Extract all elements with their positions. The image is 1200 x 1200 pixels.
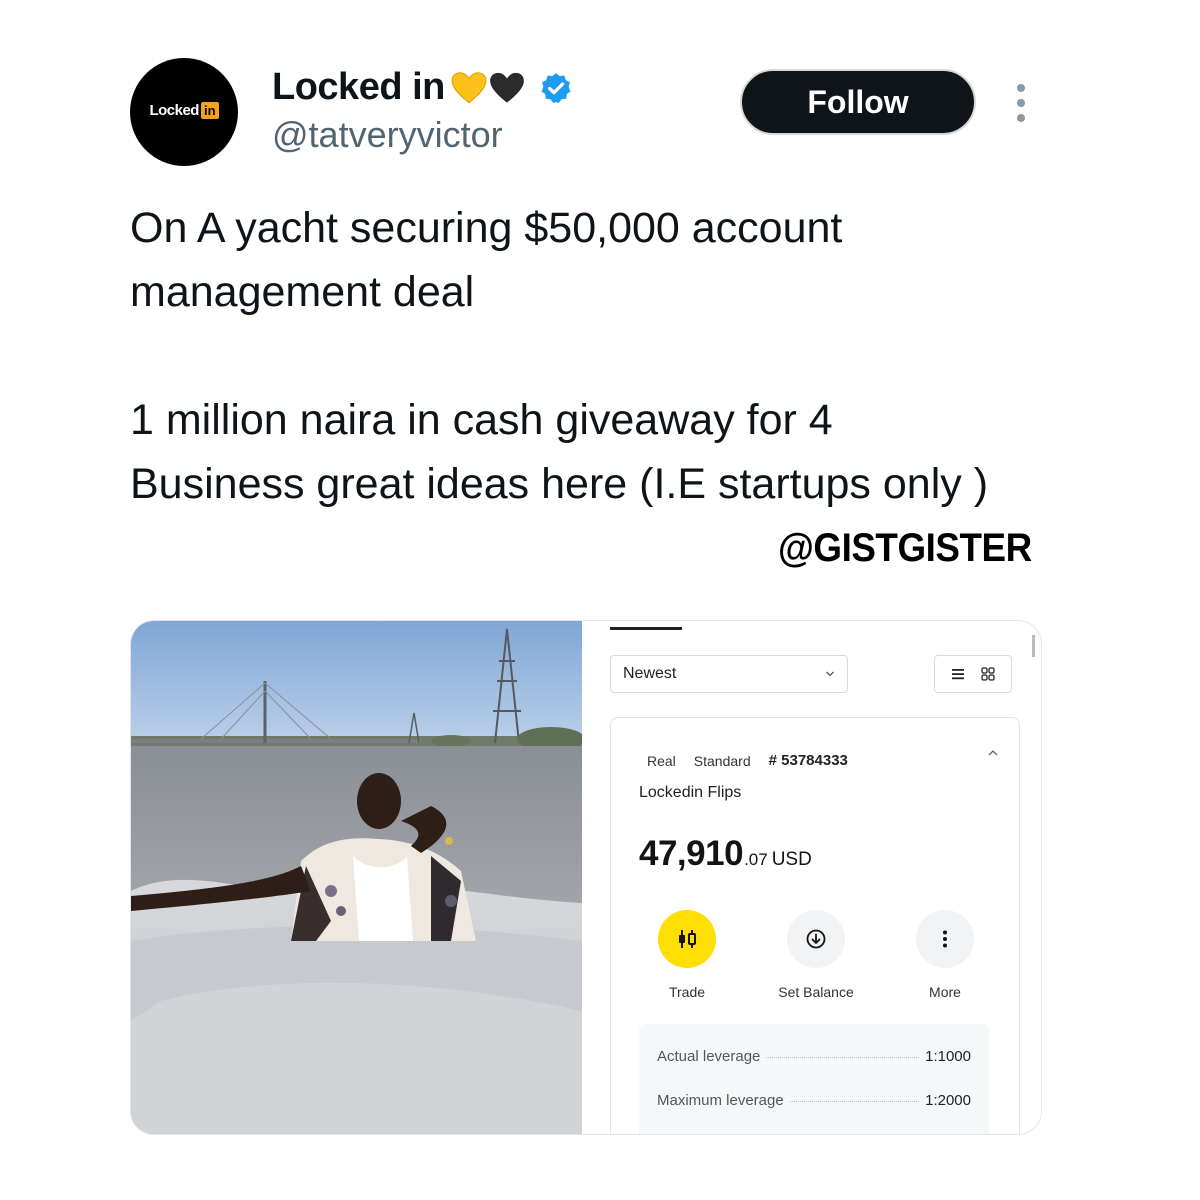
yellow-heart-icon [451, 71, 487, 103]
tweet-paragraph: On A yacht securing $50,000 account mana… [130, 204, 843, 316]
account-type-tag: Real [647, 752, 676, 769]
balance-main: 47,910 [639, 834, 744, 873]
yacht-photo[interactable] [131, 621, 582, 1134]
max-leverage-row: Maximum leverage 1:2000 [657, 1092, 971, 1109]
media-grid: Newest Real Standard # 53784333 Lockedin… [130, 620, 1042, 1135]
balance-cents: .07 [744, 850, 768, 869]
active-tab-indicator [610, 627, 682, 630]
display-name[interactable]: Locked in [272, 66, 445, 109]
black-heart-icon [490, 72, 524, 103]
follow-button[interactable]: Follow [740, 69, 976, 135]
view-toggle[interactable] [934, 655, 1012, 693]
max-leverage-value: 1:2000 [925, 1092, 971, 1109]
grid-view-icon[interactable] [980, 666, 996, 682]
max-leverage-label: Maximum leverage [657, 1092, 784, 1109]
actual-leverage-label: Actual leverage [657, 1048, 761, 1065]
logo-box: in [200, 101, 219, 119]
name-row: Locked in [272, 66, 573, 109]
more-vertical-icon [916, 910, 974, 968]
balance-currency: USD [771, 849, 812, 870]
set-balance-button[interactable]: Set Balance [756, 910, 876, 1000]
account-balance: 47,910 .07 USD [639, 834, 812, 874]
avatar[interactable]: Locked in [130, 58, 238, 166]
verified-badge-icon [541, 72, 571, 103]
yacht-scene-illustration [131, 621, 582, 1134]
candlestick-icon [658, 910, 716, 968]
actual-leverage-row: Actual leverage 1:1000 [657, 1048, 971, 1065]
trade-button[interactable]: Trade [627, 910, 747, 1000]
trading-app-screenshot: Newest Real Standard # 53784333 Lockedin… [582, 621, 1041, 1134]
avatar-logo: Locked in [149, 101, 219, 119]
list-view-icon[interactable] [950, 666, 966, 682]
watermark: @GISTGISTER [778, 526, 1032, 570]
leverage-panel: Actual leverage 1:1000 Maximum leverage … [639, 1024, 989, 1134]
set-balance-label: Set Balance [778, 984, 854, 1000]
sort-select-value: Newest [623, 665, 677, 682]
account-card: Real Standard # 53784333 Lockedin Flips … [610, 717, 1020, 1134]
actual-leverage-value: 1:1000 [925, 1048, 971, 1065]
arrow-down-circle-icon [787, 910, 845, 968]
scrollbar[interactable] [1032, 635, 1035, 657]
account-tags: Real Standard # 53784333 [647, 752, 848, 769]
tweet-paragraph: 1 million naira in cash giveaway for 4 B… [130, 396, 989, 508]
chevron-up-icon[interactable] [987, 748, 999, 758]
more-button[interactable]: More [885, 910, 1005, 1000]
account-number: # 53784333 [768, 752, 848, 769]
chevron-down-icon [826, 671, 834, 677]
user-handle[interactable]: @tatveryvictor [272, 114, 503, 156]
logo-text: Locked [149, 101, 199, 119]
account-tier-tag: Standard [693, 752, 751, 769]
kebab-icon[interactable] [1014, 84, 1028, 122]
more-label: More [929, 984, 961, 1000]
account-name: Lockedin Flips [639, 784, 742, 801]
tweet-text: On A yacht securing $50,000 account mana… [130, 196, 1030, 516]
sort-select[interactable]: Newest [610, 655, 848, 693]
trade-label: Trade [668, 984, 706, 1000]
